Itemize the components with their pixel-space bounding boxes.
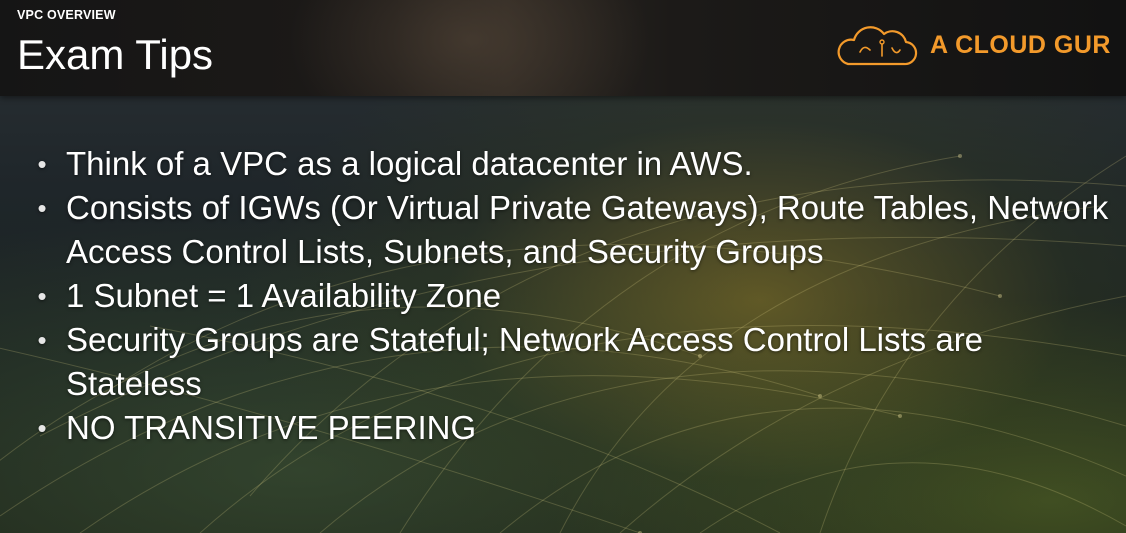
list-item: • Consists of IGWs (Or Virtual Private G… bbox=[30, 186, 1110, 274]
list-item: • Think of a VPC as a logical datacenter… bbox=[30, 142, 1110, 186]
bullet-icon: • bbox=[37, 413, 47, 443]
list-item: • 1 Subnet = 1 Availability Zone bbox=[30, 274, 1110, 318]
list-item-text: NO TRANSITIVE PEERING bbox=[66, 409, 477, 446]
section-label: VPC OVERVIEW bbox=[17, 8, 116, 22]
slide: VPC OVERVIEW Exam Tips A CLOUD GUR • Thi… bbox=[0, 0, 1126, 533]
cloud-icon bbox=[834, 22, 918, 68]
list-item-text: Consists of IGWs (Or Virtual Private Gat… bbox=[66, 189, 1109, 270]
list-item-text: Security Groups are Stateful; Network Ac… bbox=[66, 321, 984, 402]
list-item-text: 1 Subnet = 1 Availability Zone bbox=[66, 277, 502, 314]
list-item: • Security Groups are Stateful; Network … bbox=[30, 318, 1110, 406]
exam-tips-list: • Think of a VPC as a logical datacenter… bbox=[30, 142, 1110, 450]
slide-header: VPC OVERVIEW Exam Tips A CLOUD GUR bbox=[0, 0, 1126, 96]
list-item: • NO TRANSITIVE PEERING bbox=[30, 406, 1110, 450]
brand-logo: A CLOUD GUR bbox=[834, 22, 1111, 68]
bullet-icon: • bbox=[37, 325, 47, 355]
slide-title: Exam Tips bbox=[17, 31, 214, 78]
bullet-icon: • bbox=[37, 149, 47, 179]
list-item-text: Think of a VPC as a logical datacenter i… bbox=[66, 145, 753, 182]
brand-name: A CLOUD GUR bbox=[930, 30, 1111, 59]
bullet-icon: • bbox=[37, 281, 47, 311]
bullet-icon: • bbox=[37, 193, 47, 223]
